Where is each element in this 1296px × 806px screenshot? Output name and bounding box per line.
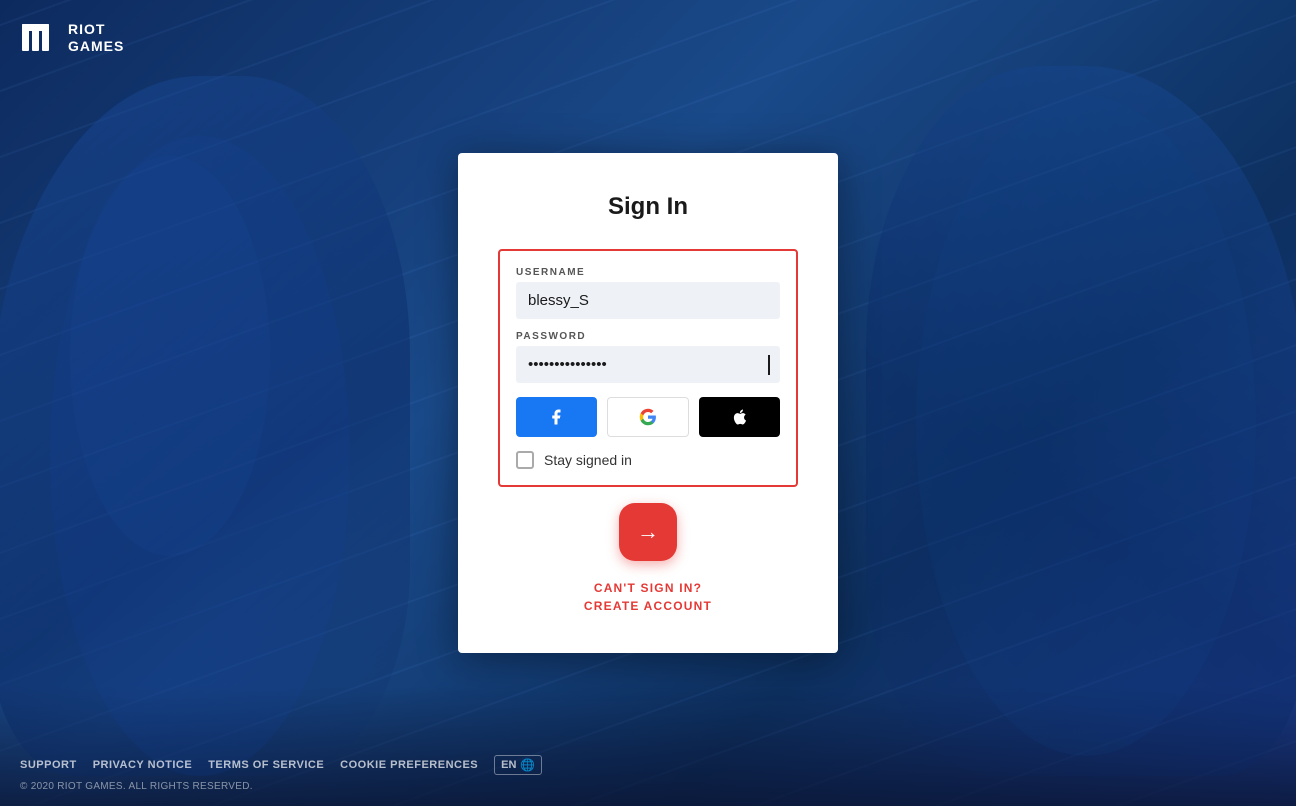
- footer-support-link[interactable]: SUPPORT: [20, 759, 77, 771]
- logo-text: RIOT GAMES: [68, 21, 124, 55]
- username-label: USERNAME: [516, 267, 780, 278]
- footer: SUPPORT PRIVACY NOTICE TERMS OF SERVICE …: [0, 741, 1296, 806]
- facebook-signin-button[interactable]: [516, 397, 597, 437]
- footer-links-row: SUPPORT PRIVACY NOTICE TERMS OF SERVICE …: [20, 755, 1276, 775]
- google-icon: [639, 408, 657, 426]
- username-input[interactable]: [516, 282, 780, 319]
- password-input[interactable]: [516, 346, 780, 383]
- submit-area: →: [498, 503, 798, 561]
- password-cursor: [768, 355, 770, 375]
- footer-privacy-link[interactable]: PRIVACY NOTICE: [93, 759, 193, 771]
- signin-modal: Sign In USERNAME PASSWORD: [458, 153, 838, 653]
- copyright-text: © 2020 RIOT GAMES. ALL RIGHTS RESERVED.: [20, 781, 1276, 792]
- modal-links: CAN'T SIGN IN? CREATE ACCOUNT: [498, 581, 798, 613]
- apple-icon: [731, 408, 749, 426]
- password-field-group: PASSWORD: [516, 331, 780, 383]
- jinx-silhouette: [0, 56, 450, 806]
- apple-signin-button[interactable]: [699, 397, 780, 437]
- submit-button[interactable]: →: [619, 503, 677, 561]
- character-left-area: [0, 56, 450, 806]
- stay-signed-in-label: Stay signed in: [544, 452, 632, 468]
- google-signin-button[interactable]: [607, 397, 690, 437]
- riot-games-logo: RIOT GAMES: [20, 20, 124, 55]
- password-label: PASSWORD: [516, 331, 780, 342]
- modal-title: Sign In: [498, 193, 798, 221]
- password-wrapper: [516, 346, 780, 383]
- character-right-area: [826, 46, 1296, 806]
- form-area: USERNAME PASSWORD: [498, 249, 798, 487]
- footer-terms-link[interactable]: TERMS OF SERVICE: [208, 759, 324, 771]
- lang-label: EN: [501, 759, 516, 771]
- logo-icon: [20, 20, 60, 55]
- facebook-icon: [547, 408, 565, 426]
- social-buttons: [516, 397, 780, 437]
- stay-signed-in-row: Stay signed in: [516, 451, 780, 469]
- galio-silhouette: [826, 46, 1296, 806]
- footer-cookies-link[interactable]: COOKIE PREFERENCES: [340, 759, 478, 771]
- username-field-group: USERNAME: [516, 267, 780, 319]
- language-selector[interactable]: EN 🌐: [494, 755, 542, 775]
- cant-sign-in-link[interactable]: CAN'T SIGN IN?: [498, 581, 798, 595]
- globe-icon: 🌐: [520, 758, 535, 772]
- stay-signed-in-checkbox[interactable]: [516, 451, 534, 469]
- create-account-link[interactable]: CREATE ACCOUNT: [498, 599, 798, 613]
- arrow-right-icon: →: [637, 519, 659, 545]
